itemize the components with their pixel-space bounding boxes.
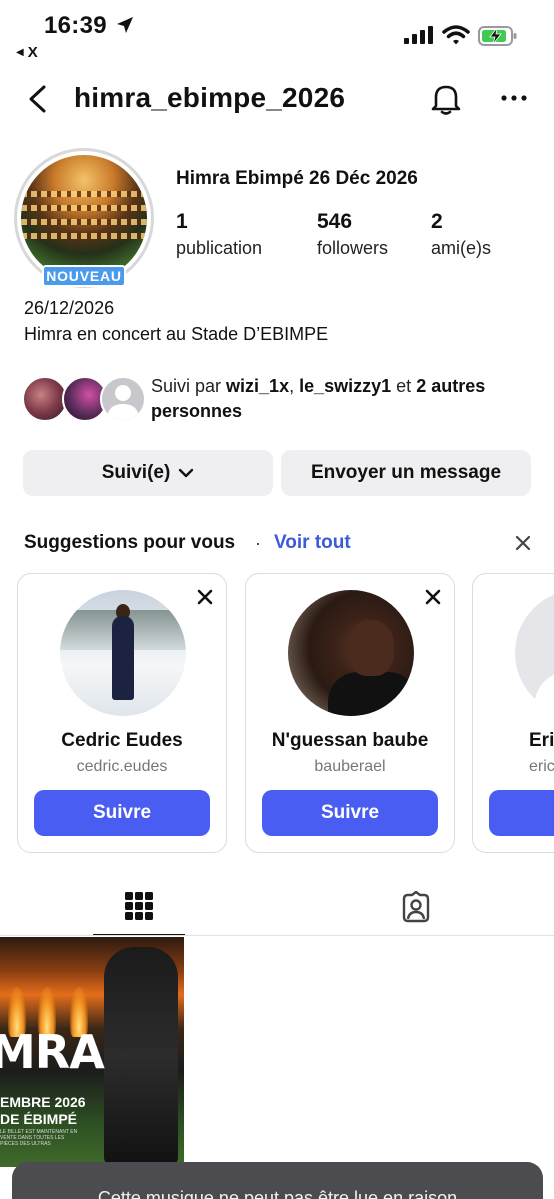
- followed-by-text[interactable]: Suivi par wizi_1x, le_swizzy1 et 2 autre…: [151, 374, 541, 424]
- suggestion-name: N'guessan baube: [271, 730, 429, 751]
- suggestion-card[interactable]: Eri eric S: [472, 573, 554, 853]
- followed-by-conjunction: et: [391, 376, 417, 396]
- see-all-link[interactable]: Voir tout: [274, 532, 351, 554]
- tabs-divider: [0, 935, 554, 936]
- stat-label: followers: [317, 238, 389, 258]
- wifi-icon: [442, 25, 470, 45]
- follow-button[interactable]: Suivre: [262, 790, 438, 836]
- suggestion-name: Eri: [529, 730, 554, 751]
- dismiss-close-icon[interactable]: [424, 588, 442, 606]
- suggestion-card[interactable]: Cedric Eudes cedric.eudes Suivre: [17, 573, 227, 853]
- mutual-followers-avatars[interactable]: [22, 376, 146, 424]
- profile-full-name: Himra Ebimpé 26 Déc 2026: [176, 168, 418, 189]
- followed-by-prefix: Suivi par: [151, 376, 227, 396]
- default-avatar-icon[interactable]: [515, 590, 554, 716]
- music-unavailable-toast: Cette musique ne peut pas être lue en ra…: [12, 1162, 543, 1199]
- suggestion-card[interactable]: N'guessan baube bauberael Suivre: [245, 573, 455, 853]
- following-button[interactable]: Suivi(e): [23, 450, 273, 496]
- profile-username: himra_ebimpe_2026: [74, 82, 346, 113]
- stat-publications[interactable]: 1 publication: [176, 210, 262, 259]
- post-figure: [104, 947, 178, 1167]
- suggestion-handle: eric: [529, 758, 554, 775]
- dismiss-close-icon[interactable]: [196, 588, 214, 606]
- tagged-person-icon: [402, 891, 430, 923]
- separator-dot: ·: [255, 533, 261, 553]
- following-label: Suivi(e): [101, 462, 171, 483]
- followed-by-user: le_swizzy1: [299, 376, 392, 396]
- profile-photo-stadium: [21, 155, 147, 281]
- post-caption-line: EMBRE 2026: [0, 1094, 86, 1110]
- notification-bell-icon[interactable]: [430, 82, 462, 116]
- avatar[interactable]: [60, 590, 186, 716]
- post-thumbnail[interactable]: MRA EMBRE 2026 DE ÉBIMPÉ LE BILLET EST M…: [0, 937, 184, 1167]
- followed-by-user: wizi_1x: [226, 376, 290, 396]
- back-to-app-label: X: [27, 44, 38, 61]
- suggestion-handle: bauberael: [314, 758, 386, 775]
- status-bar: 16:39 ◀ X: [0, 0, 554, 64]
- more-options-icon[interactable]: [500, 92, 528, 104]
- suggestion-name: Cedric Eudes: [61, 730, 183, 751]
- profile-header: himra_ebimpe_2026: [0, 76, 554, 122]
- tab-tagged[interactable]: [370, 878, 462, 936]
- back-chevron-icon[interactable]: [26, 84, 50, 114]
- grid-icon: [125, 892, 153, 920]
- battery-charging-icon: [478, 26, 517, 46]
- default-avatar-icon: [100, 376, 146, 422]
- follow-button[interactable]: S: [489, 790, 554, 836]
- close-icon[interactable]: [514, 534, 532, 552]
- suggestions-title: Suggestions pour vous: [24, 532, 236, 553]
- follow-button[interactable]: Suivre: [34, 790, 210, 836]
- back-triangle-icon: ◀: [16, 47, 24, 58]
- stat-friends[interactable]: 2 ami(e)s: [431, 210, 491, 259]
- stat-value: 1: [176, 210, 188, 233]
- status-time: 16:39: [44, 12, 107, 39]
- toast-message: Cette musique ne peut pas être lue en ra…: [97, 1188, 458, 1199]
- post-logo-text: MRA: [0, 1025, 105, 1079]
- stat-label: ami(e)s: [431, 238, 492, 258]
- stat-value: 546: [317, 210, 353, 233]
- followed-by-separator: ,: [289, 376, 300, 396]
- chevron-down-icon: [179, 468, 194, 478]
- location-arrow-icon: [117, 17, 133, 33]
- avatar[interactable]: [288, 590, 414, 716]
- stat-value: 2: [431, 210, 443, 233]
- stat-followers[interactable]: 546 followers: [317, 210, 388, 259]
- cellular-signal-icon: [404, 26, 433, 44]
- bio-date: 26/12/2026: [24, 298, 115, 318]
- send-message-button[interactable]: Envoyer un message: [281, 450, 531, 496]
- send-message-label: Envoyer un message: [310, 462, 502, 483]
- stat-label: publication: [176, 238, 263, 258]
- post-caption-line: DE ÉBIMPÉ: [0, 1111, 78, 1127]
- post-fine-print: LE BILLET EST MAINTENANT EN VENTE DANS T…: [0, 1129, 78, 1147]
- bio-text: Himra en concert au Stade D’EBIMPE: [24, 324, 329, 344]
- back-to-app-link[interactable]: ◀ X: [16, 44, 38, 61]
- suggestion-handle: cedric.eudes: [76, 758, 168, 775]
- new-badge: NOUVEAU: [42, 265, 126, 287]
- tab-posts-grid[interactable]: [93, 878, 185, 936]
